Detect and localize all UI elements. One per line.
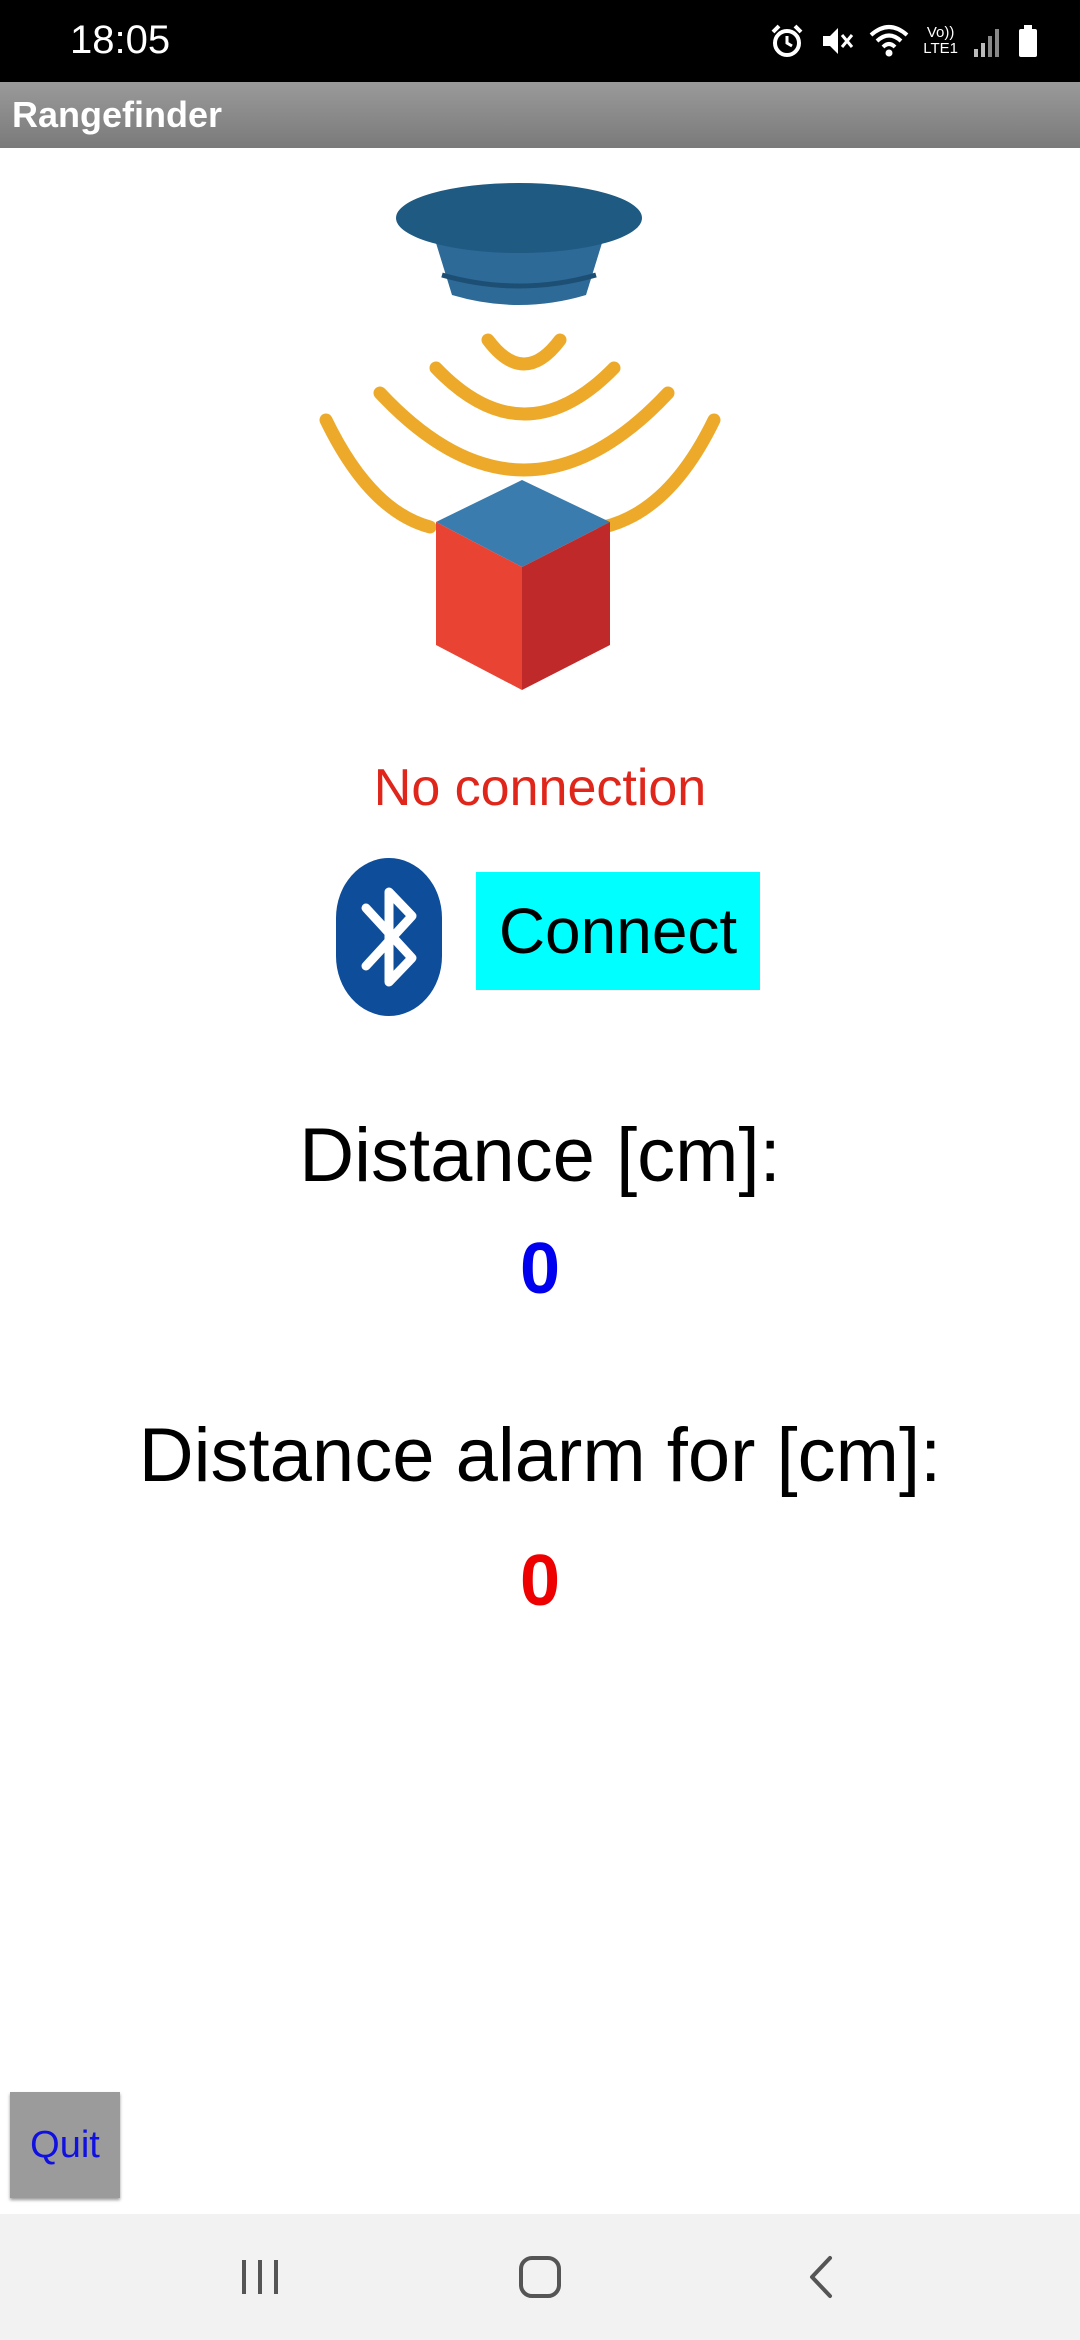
status-bar: 18:05 Vo)) LTE1 <box>0 0 1080 82</box>
navigation-bar <box>0 2214 1080 2340</box>
distance-label: Distance [cm]: <box>299 1113 781 1198</box>
home-icon[interactable] <box>510 2252 570 2302</box>
rangefinder-logo <box>319 183 721 690</box>
sensor-top <box>396 183 642 253</box>
connection-status: No connection <box>373 759 707 817</box>
mute-icon <box>823 28 854 54</box>
status-icons: Vo)) LTE1 <box>769 18 1040 64</box>
alarm-label: Distance alarm for [cm]: <box>138 1413 942 1498</box>
wifi-icon <box>869 25 909 57</box>
battery-icon <box>1019 25 1037 57</box>
volte-line1: Vo)) <box>926 24 955 41</box>
status-time: 18:05 <box>70 18 171 62</box>
signal-icon <box>974 29 999 57</box>
volte-icon: Vo)) LTE1 <box>923 25 958 57</box>
back-icon[interactable] <box>792 2252 852 2302</box>
bluetooth-icon[interactable] <box>336 858 442 1016</box>
connect-button[interactable]: Connect <box>476 872 760 990</box>
distance-value: 0 <box>519 1229 561 1309</box>
quit-button[interactable]: Quit <box>10 2092 120 2198</box>
recent-apps-icon[interactable] <box>230 2252 290 2302</box>
alarm-icon <box>771 24 803 57</box>
app-title-bar: Rangefinder <box>0 82 1080 148</box>
alarm-value: 0 <box>519 1541 561 1621</box>
app-title: Rangefinder <box>12 94 223 135</box>
volte-line2: LTE1 <box>923 40 958 57</box>
